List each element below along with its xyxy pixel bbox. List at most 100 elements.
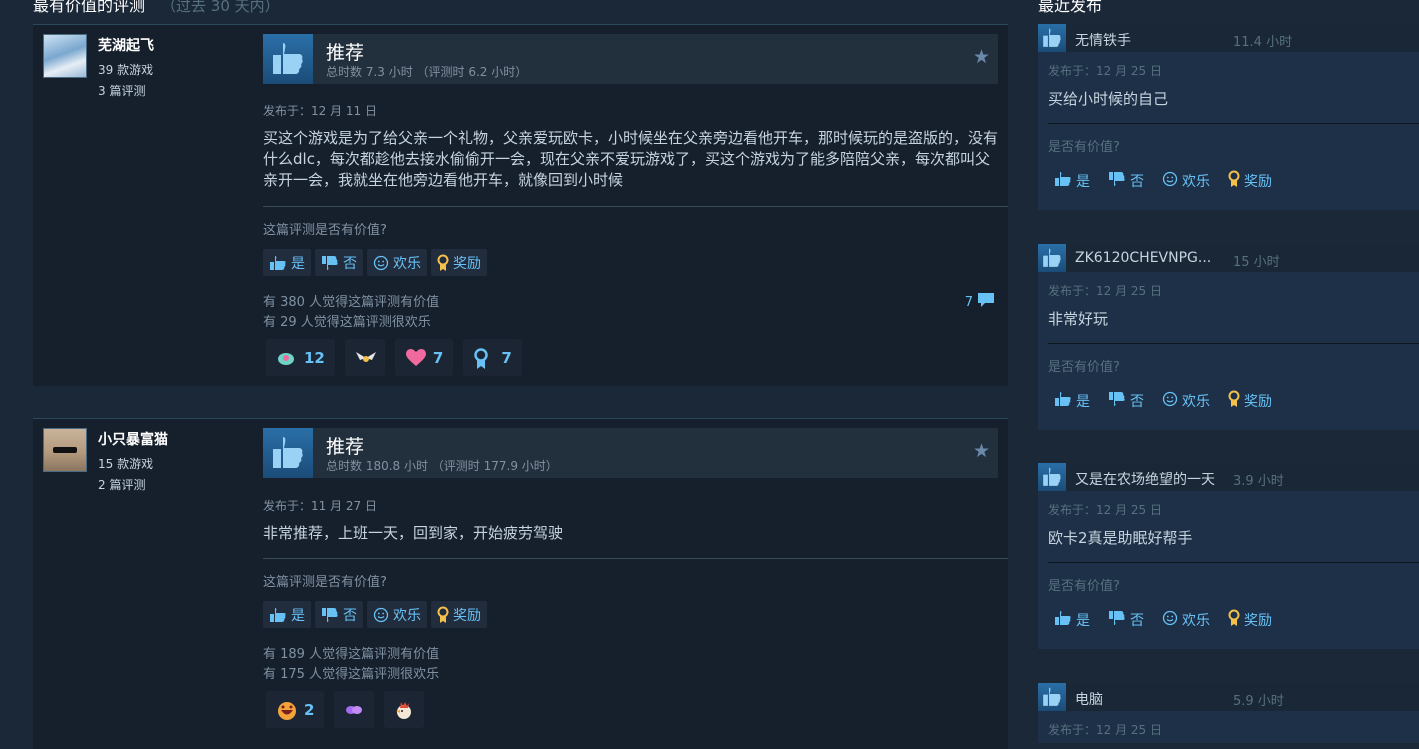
vote-yes-button[interactable]: 是 bbox=[1054, 170, 1090, 192]
divider bbox=[263, 206, 1008, 207]
award-button[interactable]: 奖励 bbox=[431, 601, 487, 628]
award-wings-icon bbox=[355, 348, 376, 368]
posted-date: 发布于：12 月 11 日 bbox=[263, 104, 377, 118]
vote-yes-button[interactable]: 是 bbox=[263, 601, 311, 628]
recent-review-card: 又是在农场绝望的一天 3.9 小时 发布于：12 月 25 日 欧卡2真是助眠好… bbox=[1038, 463, 1419, 649]
award-icon bbox=[437, 606, 449, 624]
avatar[interactable] bbox=[43, 428, 87, 472]
award-button[interactable]: 奖励 bbox=[1228, 609, 1272, 631]
vote-no-button[interactable]: 否 bbox=[1108, 170, 1144, 192]
vote-header[interactable]: 推荐 总时数 7.3 小时 （评测时 6.2 小时） ★ bbox=[263, 34, 998, 84]
award-item[interactable] bbox=[344, 339, 385, 376]
award-rooster-icon bbox=[394, 700, 414, 720]
vote-no-button[interactable]: 否 bbox=[1108, 390, 1144, 412]
thumbs-up-icon bbox=[1054, 391, 1072, 411]
vote-funny-button[interactable]: 欢乐 bbox=[1162, 170, 1210, 192]
funny-count: 有 175 人觉得这篇评测很欢乐 bbox=[263, 667, 440, 682]
vote-buttons: 是 否 欢乐 奖励 bbox=[263, 601, 487, 628]
vote-no-label: 否 bbox=[343, 607, 357, 624]
award-heart-icon bbox=[405, 348, 426, 368]
reviewer-reviews[interactable]: 2 篇评测 bbox=[98, 476, 168, 493]
recent-review-card: ZK6120CHEVNPG... 15 小时 发布于：12 月 25 日 非常好… bbox=[1038, 244, 1419, 430]
award-label: 奖励 bbox=[1244, 613, 1272, 629]
star-icon: ★ bbox=[972, 46, 990, 68]
award-item[interactable] bbox=[334, 691, 375, 728]
award-button[interactable]: 奖励 bbox=[431, 249, 487, 276]
recent-hours: 11.4 小时 bbox=[1233, 35, 1293, 50]
vote-funny-button[interactable]: 欢乐 bbox=[1162, 609, 1210, 631]
recent-posted-date: 发布于：12 月 25 日 bbox=[1048, 723, 1162, 737]
thumbs-down-icon bbox=[321, 607, 339, 623]
recent-review-text: 欧卡2真是助眠好帮手 bbox=[1048, 529, 1193, 547]
award-label: 奖励 bbox=[1244, 394, 1272, 410]
award-item[interactable] bbox=[384, 691, 425, 728]
review-card: 芜湖起飞 39 款游戏 3 篇评测 推荐 总时数 7.3 小时 （评测时 6.2… bbox=[33, 24, 1008, 386]
reviewer-info: 芜湖起飞 39 款游戏 3 篇评测 bbox=[98, 35, 154, 99]
award-item[interactable]: 12 bbox=[266, 339, 335, 376]
recent-vote-buttons: 是 否 欢乐 奖励 bbox=[1054, 170, 1272, 192]
recent-reviewer-name[interactable]: 电脑 bbox=[1075, 689, 1103, 709]
helpful-question: 这篇评测是否有价值? bbox=[263, 575, 387, 590]
recent-hours: 15 小时 bbox=[1233, 255, 1280, 270]
recent-review-header[interactable]: ZK6120CHEVNPG... 15 小时 bbox=[1038, 244, 1419, 272]
reviewer-info: 小只暴富猫 15 款游戏 2 篇评测 bbox=[98, 429, 168, 493]
verdict-title: 推荐 bbox=[326, 436, 365, 458]
hours-played: 总时数 7.3 小时 （评测时 6.2 小时） bbox=[326, 65, 528, 79]
award-icon bbox=[1228, 390, 1240, 412]
comment-icon bbox=[976, 291, 996, 313]
recent-review-header[interactable]: 电脑 5.9 小时 bbox=[1038, 683, 1419, 711]
award-button[interactable]: 奖励 bbox=[1228, 170, 1272, 192]
award-count: 2 bbox=[304, 700, 315, 719]
vote-yes-button[interactable]: 是 bbox=[1054, 609, 1090, 631]
award-gem-icon bbox=[276, 348, 296, 368]
reviewer-games[interactable]: 15 款游戏 bbox=[98, 455, 168, 472]
vote-yes-label: 是 bbox=[291, 607, 305, 624]
recent-reviewer-name[interactable]: 又是在农场绝望的一天 bbox=[1075, 469, 1215, 489]
vote-yes-button[interactable]: 是 bbox=[263, 249, 311, 276]
posted-date: 发布于：11 月 27 日 bbox=[263, 499, 377, 513]
award-label: 奖励 bbox=[453, 255, 481, 272]
vote-funny-label: 欢乐 bbox=[1182, 394, 1210, 410]
vote-yes-label: 是 bbox=[1076, 613, 1090, 629]
vote-yes-button[interactable]: 是 bbox=[1054, 390, 1090, 412]
vote-funny-button[interactable]: 欢乐 bbox=[367, 601, 427, 628]
smile-icon bbox=[373, 255, 389, 271]
recent-helpful-question: 是否有价值? bbox=[1048, 579, 1120, 594]
smile-icon bbox=[373, 607, 389, 623]
vote-no-button[interactable]: 否 bbox=[315, 601, 363, 628]
thumbs-up-icon bbox=[1054, 171, 1072, 191]
thumbs-down-icon bbox=[321, 255, 339, 271]
reviewer-name[interactable]: 芜湖起飞 bbox=[98, 35, 154, 55]
recent-reviewer-name[interactable]: ZK6120CHEVNPG... bbox=[1075, 250, 1211, 266]
vote-funny-label: 欢乐 bbox=[393, 607, 421, 624]
vote-funny-button[interactable]: 欢乐 bbox=[1162, 390, 1210, 412]
comment-count: 7 bbox=[964, 294, 973, 310]
vote-header[interactable]: 推荐 总时数 180.8 小时 （评测时 177.9 小时） ★ bbox=[263, 428, 998, 478]
reviewer-games[interactable]: 39 款游戏 bbox=[98, 61, 154, 78]
award-icon bbox=[1228, 170, 1240, 192]
comment-count-link[interactable]: 7 bbox=[965, 291, 996, 313]
award-button[interactable]: 奖励 bbox=[1228, 390, 1272, 412]
vote-no-button[interactable]: 否 bbox=[1108, 609, 1144, 631]
hours-played: 总时数 180.8 小时 （评测时 177.9 小时） bbox=[326, 459, 558, 473]
funny-count: 有 29 人觉得这篇评测很欢乐 bbox=[263, 315, 431, 330]
divider bbox=[263, 558, 1008, 559]
thumbs-up-icon bbox=[1038, 244, 1066, 272]
review-card: 小只暴富猫 15 款游戏 2 篇评测 推荐 总时数 180.8 小时 （评测时 … bbox=[33, 418, 1008, 749]
vote-yes-label: 是 bbox=[1076, 174, 1090, 190]
recent-review-header[interactable]: 无情铁手 11.4 小时 bbox=[1038, 24, 1419, 52]
award-item[interactable]: 2 bbox=[266, 691, 325, 728]
vote-funny-button[interactable]: 欢乐 bbox=[367, 249, 427, 276]
award-item[interactable]: 7 bbox=[394, 339, 454, 376]
recent-review-header[interactable]: 又是在农场绝望的一天 3.9 小时 bbox=[1038, 463, 1419, 491]
recent-reviewer-name[interactable]: 无情铁手 bbox=[1075, 30, 1131, 50]
reviewer-reviews[interactable]: 3 篇评测 bbox=[98, 82, 154, 99]
vote-no-button[interactable]: 否 bbox=[315, 249, 363, 276]
award-item[interactable]: 7 bbox=[463, 339, 522, 376]
award-purple-icon bbox=[344, 700, 364, 720]
thumbs-up-icon bbox=[1038, 683, 1066, 711]
most-helpful-subtitle: （过去 30 天内） bbox=[161, 0, 280, 15]
vote-no-label: 否 bbox=[1130, 394, 1144, 410]
avatar[interactable] bbox=[43, 34, 87, 78]
reviewer-name[interactable]: 小只暴富猫 bbox=[98, 429, 168, 449]
